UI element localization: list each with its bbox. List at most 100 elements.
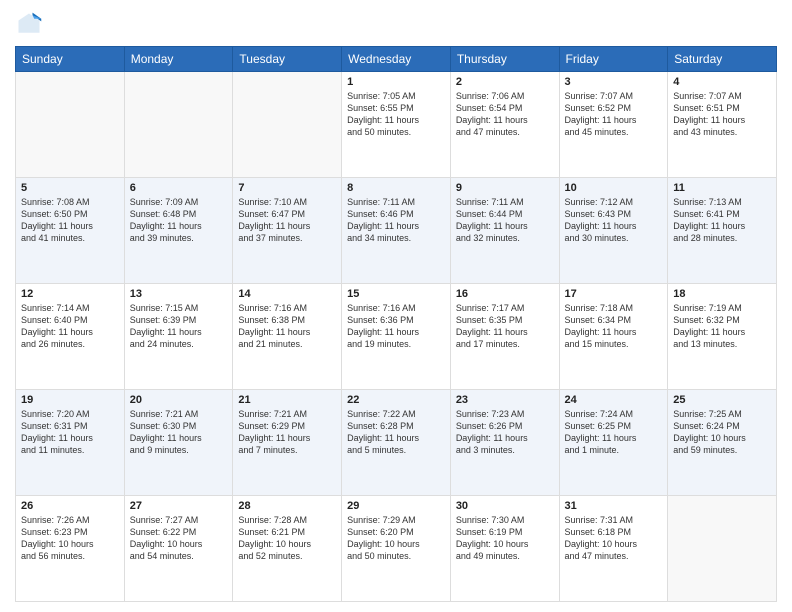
day-number: 2 bbox=[456, 76, 554, 88]
calendar-day-cell: 3 Sunrise: 7:07 AM Sunset: 6:52 PM Daylig… bbox=[559, 72, 668, 178]
day-number: 22 bbox=[347, 394, 445, 406]
calendar-day-cell: 9 Sunrise: 7:11 AM Sunset: 6:44 PM Daylig… bbox=[450, 178, 559, 284]
day-number: 1 bbox=[347, 76, 445, 88]
day-number: 23 bbox=[456, 394, 554, 406]
day-info: Sunrise: 7:17 AM Sunset: 6:35 PM Dayligh… bbox=[456, 302, 554, 351]
calendar-day-cell: 12 Sunrise: 7:14 AM Sunset: 6:40 PM Dayli… bbox=[16, 284, 125, 390]
calendar-day-cell: 2 Sunrise: 7:06 AM Sunset: 6:54 PM Daylig… bbox=[450, 72, 559, 178]
header bbox=[15, 10, 777, 38]
day-number: 25 bbox=[673, 394, 771, 406]
day-info: Sunrise: 7:23 AM Sunset: 6:26 PM Dayligh… bbox=[456, 408, 554, 457]
calendar-day-cell: 11 Sunrise: 7:13 AM Sunset: 6:41 PM Dayli… bbox=[668, 178, 777, 284]
calendar-day-cell bbox=[668, 496, 777, 602]
day-info: Sunrise: 7:25 AM Sunset: 6:24 PM Dayligh… bbox=[673, 408, 771, 457]
day-info: Sunrise: 7:14 AM Sunset: 6:40 PM Dayligh… bbox=[21, 302, 119, 351]
calendar-day-cell: 29 Sunrise: 7:29 AM Sunset: 6:20 PM Dayli… bbox=[342, 496, 451, 602]
day-number: 6 bbox=[130, 182, 228, 194]
calendar-table: SundayMondayTuesdayWednesdayThursdayFrid… bbox=[15, 46, 777, 602]
day-info: Sunrise: 7:08 AM Sunset: 6:50 PM Dayligh… bbox=[21, 196, 119, 245]
day-number: 5 bbox=[21, 182, 119, 194]
logo bbox=[15, 10, 47, 38]
page: SundayMondayTuesdayWednesdayThursdayFrid… bbox=[0, 0, 792, 612]
calendar-day-cell: 22 Sunrise: 7:22 AM Sunset: 6:28 PM Dayli… bbox=[342, 390, 451, 496]
calendar-header-tuesday: Tuesday bbox=[233, 47, 342, 72]
calendar-header-monday: Monday bbox=[124, 47, 233, 72]
calendar-day-cell: 18 Sunrise: 7:19 AM Sunset: 6:32 PM Dayli… bbox=[668, 284, 777, 390]
day-number: 10 bbox=[565, 182, 663, 194]
day-info: Sunrise: 7:29 AM Sunset: 6:20 PM Dayligh… bbox=[347, 514, 445, 563]
day-info: Sunrise: 7:07 AM Sunset: 6:52 PM Dayligh… bbox=[565, 90, 663, 139]
calendar-header-saturday: Saturday bbox=[668, 47, 777, 72]
day-info: Sunrise: 7:12 AM Sunset: 6:43 PM Dayligh… bbox=[565, 196, 663, 245]
day-number: 13 bbox=[130, 288, 228, 300]
day-info: Sunrise: 7:21 AM Sunset: 6:30 PM Dayligh… bbox=[130, 408, 228, 457]
calendar-week-row: 5 Sunrise: 7:08 AM Sunset: 6:50 PM Daylig… bbox=[16, 178, 777, 284]
day-info: Sunrise: 7:22 AM Sunset: 6:28 PM Dayligh… bbox=[347, 408, 445, 457]
day-number: 31 bbox=[565, 500, 663, 512]
day-number: 4 bbox=[673, 76, 771, 88]
day-number: 26 bbox=[21, 500, 119, 512]
day-number: 7 bbox=[238, 182, 336, 194]
calendar-day-cell: 1 Sunrise: 7:05 AM Sunset: 6:55 PM Daylig… bbox=[342, 72, 451, 178]
day-number: 15 bbox=[347, 288, 445, 300]
day-number: 19 bbox=[21, 394, 119, 406]
calendar-day-cell: 30 Sunrise: 7:30 AM Sunset: 6:19 PM Dayli… bbox=[450, 496, 559, 602]
calendar-day-cell: 10 Sunrise: 7:12 AM Sunset: 6:43 PM Dayli… bbox=[559, 178, 668, 284]
calendar-week-row: 12 Sunrise: 7:14 AM Sunset: 6:40 PM Dayli… bbox=[16, 284, 777, 390]
calendar-day-cell: 19 Sunrise: 7:20 AM Sunset: 6:31 PM Dayli… bbox=[16, 390, 125, 496]
day-info: Sunrise: 7:18 AM Sunset: 6:34 PM Dayligh… bbox=[565, 302, 663, 351]
day-number: 18 bbox=[673, 288, 771, 300]
calendar-day-cell: 15Sunrise: 7:16 AM Sunset: 6:36 PM Dayli… bbox=[342, 284, 451, 390]
calendar-day-cell: 16 Sunrise: 7:17 AM Sunset: 6:35 PM Dayli… bbox=[450, 284, 559, 390]
day-number: 21 bbox=[238, 394, 336, 406]
day-info: Sunrise: 7:16 AM Sunset: 6:38 PM Dayligh… bbox=[238, 302, 336, 351]
day-number: 30 bbox=[456, 500, 554, 512]
calendar-day-cell: 7Sunrise: 7:10 AM Sunset: 6:47 PM Daylig… bbox=[233, 178, 342, 284]
calendar-day-cell: 26Sunrise: 7:26 AM Sunset: 6:23 PM Dayli… bbox=[16, 496, 125, 602]
calendar-week-row: 26Sunrise: 7:26 AM Sunset: 6:23 PM Dayli… bbox=[16, 496, 777, 602]
calendar-header-friday: Friday bbox=[559, 47, 668, 72]
calendar-header-sunday: Sunday bbox=[16, 47, 125, 72]
day-info: Sunrise: 7:07 AM Sunset: 6:51 PM Dayligh… bbox=[673, 90, 771, 139]
day-number: 14 bbox=[238, 288, 336, 300]
calendar-day-cell: 13Sunrise: 7:15 AM Sunset: 6:39 PM Dayli… bbox=[124, 284, 233, 390]
day-info: Sunrise: 7:11 AM Sunset: 6:44 PM Dayligh… bbox=[456, 196, 554, 245]
day-number: 17 bbox=[565, 288, 663, 300]
calendar-header-wednesday: Wednesday bbox=[342, 47, 451, 72]
calendar-day-cell: 4 Sunrise: 7:07 AM Sunset: 6:51 PM Daylig… bbox=[668, 72, 777, 178]
calendar-day-cell: 25 Sunrise: 7:25 AM Sunset: 6:24 PM Dayli… bbox=[668, 390, 777, 496]
calendar-day-cell: 17 Sunrise: 7:18 AM Sunset: 6:34 PM Dayli… bbox=[559, 284, 668, 390]
calendar-day-cell bbox=[233, 72, 342, 178]
calendar-day-cell bbox=[124, 72, 233, 178]
day-info: Sunrise: 7:09 AM Sunset: 6:48 PM Dayligh… bbox=[130, 196, 228, 245]
day-number: 9 bbox=[456, 182, 554, 194]
day-number: 3 bbox=[565, 76, 663, 88]
day-number: 16 bbox=[456, 288, 554, 300]
day-info: Sunrise: 7:20 AM Sunset: 6:31 PM Dayligh… bbox=[21, 408, 119, 457]
logo-icon bbox=[15, 10, 43, 38]
calendar-day-cell bbox=[16, 72, 125, 178]
day-number: 28 bbox=[238, 500, 336, 512]
day-info: Sunrise: 7:30 AM Sunset: 6:19 PM Dayligh… bbox=[456, 514, 554, 563]
calendar-day-cell: 31Sunrise: 7:31 AM Sunset: 6:18 PM Dayli… bbox=[559, 496, 668, 602]
day-number: 11 bbox=[673, 182, 771, 194]
calendar-day-cell: 23 Sunrise: 7:23 AM Sunset: 6:26 PM Dayli… bbox=[450, 390, 559, 496]
day-number: 20 bbox=[130, 394, 228, 406]
day-info: Sunrise: 7:05 AM Sunset: 6:55 PM Dayligh… bbox=[347, 90, 445, 139]
day-number: 29 bbox=[347, 500, 445, 512]
day-info: Sunrise: 7:27 AM Sunset: 6:22 PM Dayligh… bbox=[130, 514, 228, 563]
day-info: Sunrise: 7:06 AM Sunset: 6:54 PM Dayligh… bbox=[456, 90, 554, 139]
day-info: Sunrise: 7:19 AM Sunset: 6:32 PM Dayligh… bbox=[673, 302, 771, 351]
calendar-week-row: 19 Sunrise: 7:20 AM Sunset: 6:31 PM Dayli… bbox=[16, 390, 777, 496]
calendar-day-cell: 28Sunrise: 7:28 AM Sunset: 6:21 PM Dayli… bbox=[233, 496, 342, 602]
calendar-day-cell: 6 Sunrise: 7:09 AM Sunset: 6:48 PM Daylig… bbox=[124, 178, 233, 284]
calendar-week-row: 1 Sunrise: 7:05 AM Sunset: 6:55 PM Daylig… bbox=[16, 72, 777, 178]
calendar-day-cell: 8Sunrise: 7:11 AM Sunset: 6:46 PM Daylig… bbox=[342, 178, 451, 284]
calendar-header-thursday: Thursday bbox=[450, 47, 559, 72]
day-info: Sunrise: 7:24 AM Sunset: 6:25 PM Dayligh… bbox=[565, 408, 663, 457]
calendar-header-row: SundayMondayTuesdayWednesdayThursdayFrid… bbox=[16, 47, 777, 72]
day-number: 12 bbox=[21, 288, 119, 300]
day-info: Sunrise: 7:21 AM Sunset: 6:29 PM Dayligh… bbox=[238, 408, 336, 457]
calendar-day-cell: 24Sunrise: 7:24 AM Sunset: 6:25 PM Dayli… bbox=[559, 390, 668, 496]
day-info: Sunrise: 7:13 AM Sunset: 6:41 PM Dayligh… bbox=[673, 196, 771, 245]
